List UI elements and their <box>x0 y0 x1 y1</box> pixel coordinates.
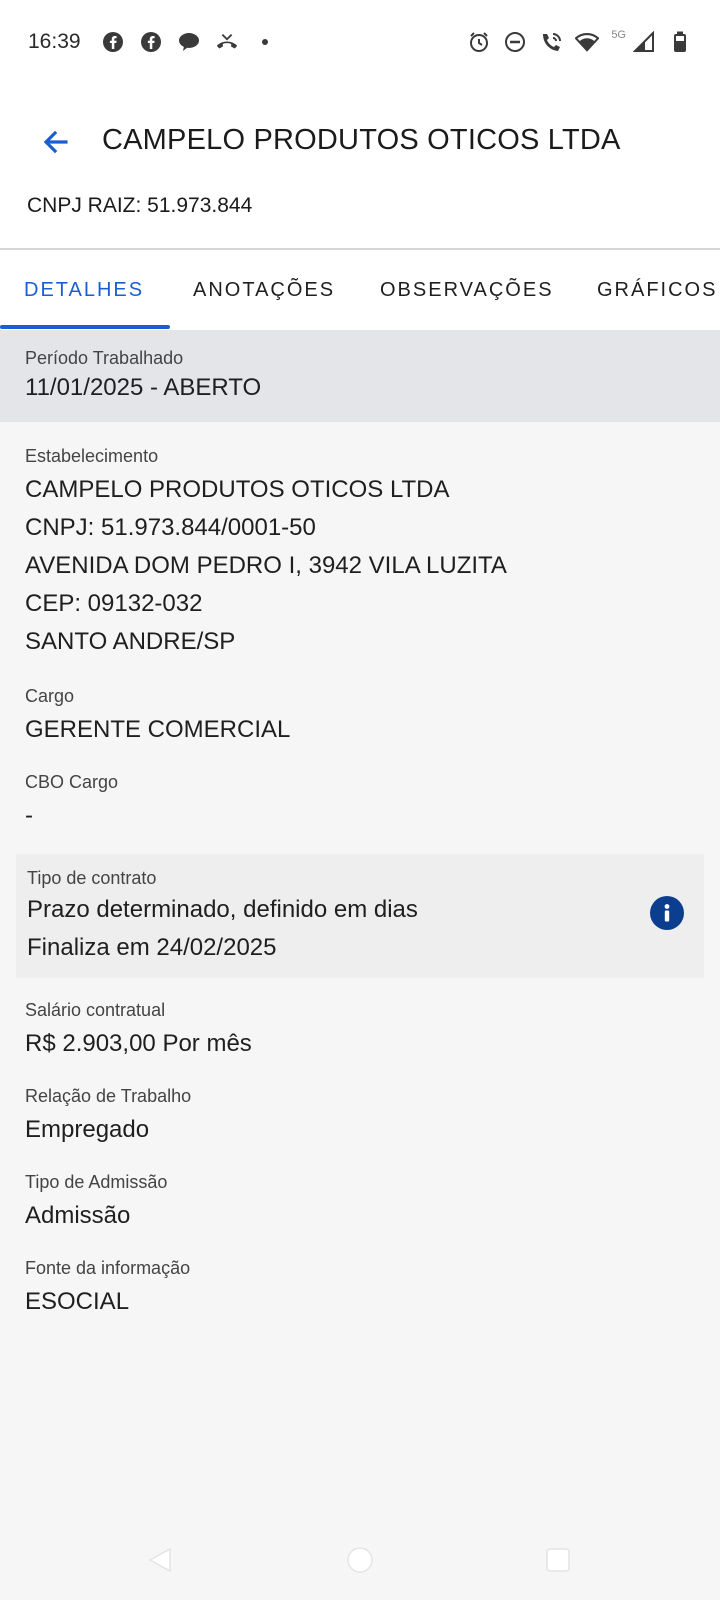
facebook-icon <box>139 30 163 54</box>
tab-graficos[interactable]: GRÁFICOS <box>597 250 717 330</box>
cbo-section: CBO Cargo - <box>25 772 118 835</box>
period-value: 11/01/2025 - ABERTO <box>25 374 262 401</box>
status-bar: 16:39 5G <box>0 0 720 84</box>
salary-value: R$ 2.903,00 Por mês <box>25 1030 252 1057</box>
period-label: Período Trabalhado <box>25 348 184 368</box>
circle-home-icon <box>347 1547 373 1573</box>
facebook-icon <box>101 30 125 54</box>
period-section: Período Trabalhado 11/01/2025 - ABERTO <box>0 330 720 422</box>
wifi-call-icon <box>539 30 563 54</box>
contract-section[interactable]: Tipo de contrato Prazo determinado, defi… <box>16 854 704 978</box>
back-button[interactable] <box>38 124 74 160</box>
admission-value: Admissão <box>25 1202 131 1229</box>
battery-icon <box>668 30 692 54</box>
nav-recents-button[interactable] <box>540 1542 576 1578</box>
square-recents-icon <box>546 1548 570 1572</box>
source-section: Fonte da informação ESOCIAL <box>25 1258 190 1321</box>
establishment-city: SANTO ANDRE/SP <box>25 628 236 655</box>
cbo-label: CBO Cargo <box>25 772 119 792</box>
relation-label: Relação de Trabalho <box>25 1086 192 1106</box>
triangle-back-icon <box>148 1547 171 1573</box>
cbo-value: - <box>25 802 33 829</box>
source-label: Fonte da informação <box>25 1258 191 1278</box>
salary-section: Salário contratual R$ 2.903,00 Por mês <box>25 1000 252 1063</box>
dot-icon <box>253 30 277 54</box>
do-not-disturb-icon <box>503 30 527 54</box>
establishment-label: Estabelecimento <box>25 446 159 466</box>
tab-indicator <box>0 325 170 329</box>
status-time: 16:39 <box>28 30 81 53</box>
tab-bar: DETALHES ANOTAÇÕES OBSERVAÇÕES GRÁFICOS <box>0 250 720 330</box>
chat-bubble-icon <box>177 30 201 54</box>
tab-detalhes[interactable]: DETALHES <box>24 250 144 330</box>
wifi-icon <box>575 30 600 54</box>
network-type: 5G <box>611 29 626 41</box>
establishment-name: CAMPELO PRODUTOS OTICOS LTDA <box>25 476 450 503</box>
contract-type: Prazo determinado, definido em dias <box>27 896 418 923</box>
arrow-back-icon <box>43 130 68 154</box>
establishment-section: Estabelecimento CAMPELO PRODUTOS OTICOS … <box>25 446 507 661</box>
admission-label: Tipo de Admissão <box>25 1172 168 1192</box>
establishment-cep: CEP: 09132-032 <box>25 590 203 617</box>
tab-observacoes[interactable]: OBSERVAÇÕES <box>380 250 554 330</box>
nav-home-button[interactable] <box>342 1542 378 1578</box>
info-icon[interactable] <box>650 896 684 930</box>
nav-back-button[interactable] <box>142 1542 178 1578</box>
relation-section: Relação de Trabalho Empregado <box>25 1086 191 1149</box>
app-header: CAMPELO PRODUTOS OTICOS LTDA CNPJ RAIZ: … <box>0 84 720 250</box>
alarm-icon <box>467 30 491 54</box>
cnpj-raiz: CNPJ RAIZ: 51.973.844 <box>27 194 253 217</box>
establishment-address: AVENIDA DOM PEDRO I, 3942 VILA LUZITA <box>25 552 507 579</box>
contract-label: Tipo de contrato <box>27 868 157 888</box>
missed-call-icon <box>215 30 239 54</box>
cargo-label: Cargo <box>25 686 75 706</box>
signal-icon <box>632 30 656 54</box>
contract-end: Finaliza em 24/02/2025 <box>27 934 277 961</box>
tab-anotacoes[interactable]: ANOTAÇÕES <box>193 250 335 330</box>
notification-icons <box>101 30 277 54</box>
admission-section: Tipo de Admissão Admissão <box>25 1172 167 1235</box>
page-title: CAMPELO PRODUTOS OTICOS LTDA <box>102 124 621 156</box>
establishment-cnpj: CNPJ: 51.973.844/0001-50 <box>25 514 316 541</box>
relation-value: Empregado <box>25 1116 150 1143</box>
system-icons: 5G <box>467 29 692 54</box>
system-nav-bar <box>0 1520 720 1600</box>
cargo-section: Cargo GERENTE COMERCIAL <box>25 686 290 749</box>
source-value: ESOCIAL <box>25 1288 130 1315</box>
salary-label: Salário contratual <box>25 1000 166 1020</box>
cargo-value: GERENTE COMERCIAL <box>25 716 291 743</box>
